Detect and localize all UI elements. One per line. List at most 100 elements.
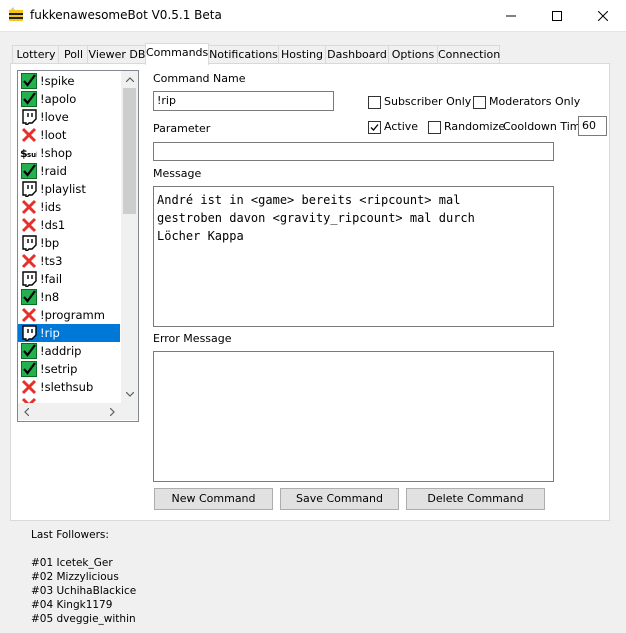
cross-icon [20, 127, 37, 144]
commands-panel: !spike!apolo!love!loot$sub!shop!raid!pla… [10, 63, 610, 521]
moderators-only-label: Moderators Only [489, 95, 581, 108]
command-list-item-label: !slethsub [40, 380, 94, 394]
check-icon [20, 289, 37, 306]
active-checkbox[interactable] [368, 121, 381, 134]
command-list-item-label: !ids [40, 200, 62, 214]
command-list-item[interactable]: !programm [18, 306, 120, 324]
close-button[interactable] [580, 0, 626, 31]
maximize-button[interactable] [534, 0, 580, 31]
command-list-item[interactable]: !n8 [18, 288, 120, 306]
command-list-item-label: !ds1 [40, 218, 66, 232]
cross-icon [20, 199, 37, 216]
message-label: Message [153, 167, 202, 180]
cross-icon [20, 253, 37, 270]
svg-text:sub: sub [27, 151, 37, 159]
command-list-item-label: !n8 [40, 290, 60, 304]
command-list-item-label: !apolo [40, 92, 77, 106]
randomize-checkbox[interactable] [428, 121, 441, 134]
command-list-item-label: !bp [40, 236, 60, 250]
horizontal-scrollbar[interactable] [18, 403, 121, 420]
command-list-item-label: !loot [40, 128, 67, 142]
check-icon [20, 91, 37, 108]
command-list-item-label: !setrip [40, 362, 78, 376]
moderators-only-checkbox[interactable] [473, 96, 486, 109]
command-list-item[interactable]: !addrip [18, 342, 120, 360]
bee-app-icon [8, 7, 24, 23]
command-list-item-label: !spike [40, 74, 75, 88]
command-name-label: Command Name [153, 72, 246, 85]
scroll-up-arrow[interactable] [121, 71, 138, 88]
tab-hosting[interactable]: Hosting [278, 45, 326, 64]
scroll-corner [121, 403, 138, 420]
command-list-item[interactable]: !fail [18, 270, 120, 288]
follower-item: #03 UchihaBlackice [31, 585, 137, 597]
command-list-item[interactable]: !raid [18, 162, 120, 180]
save-command-button[interactable]: Save Command [280, 488, 399, 510]
new-command-button[interactable]: New Command [154, 488, 273, 510]
twitch-icon [20, 235, 37, 252]
tab-commands[interactable]: Commands [145, 43, 209, 65]
follower-item: #01 Icetek_Ger [31, 557, 113, 569]
cross-icon [20, 307, 37, 324]
tab-viewer-db[interactable]: Viewer DB [87, 45, 147, 64]
minimize-button[interactable] [488, 0, 534, 31]
command-list-item[interactable]: !slethsub [18, 378, 120, 396]
twitch-icon [20, 271, 37, 288]
twitch-icon [20, 325, 37, 342]
command-list-item-label: !rip [40, 326, 60, 340]
command-list-item-label: !ts3 [40, 254, 63, 268]
command-list-item[interactable]: !apolo [18, 90, 120, 108]
parameter-input[interactable] [153, 142, 554, 161]
error-message-textarea[interactable] [153, 351, 554, 482]
message-textarea[interactable]: André ist in <game> bereits <ripcount> m… [153, 186, 554, 327]
cooldown-input[interactable]: 60 [578, 116, 607, 136]
command-list-item[interactable]: !ts3 [18, 252, 120, 270]
checkmark-icon [370, 124, 379, 131]
twitch-icon [20, 181, 37, 198]
follower-item: #04 Kingk1179 [31, 599, 113, 611]
check-icon [20, 343, 37, 360]
error-message-label: Error Message [153, 332, 232, 345]
command-list-item-label: !fail [40, 272, 63, 286]
cross-icon [20, 217, 37, 234]
command-list-item-label: !addrip [40, 344, 82, 358]
command-list-item[interactable]: !ids [18, 198, 120, 216]
follower-item: #05 dveggie_within [31, 613, 136, 625]
scroll-right-arrow[interactable] [104, 403, 121, 420]
delete-command-button[interactable]: Delete Command [406, 488, 545, 510]
tab-options[interactable]: Options [388, 45, 438, 64]
tab-lottery[interactable]: Lottery [12, 45, 60, 64]
command-list-item[interactable]: !bp [18, 234, 120, 252]
cooldown-label: Cooldown Time [503, 120, 588, 133]
scroll-down-arrow[interactable] [121, 386, 138, 403]
twitch-icon [20, 109, 37, 126]
tab-notifications[interactable]: Notifications [208, 45, 279, 64]
command-list-item[interactable]: $sub!shop [18, 144, 120, 162]
check-icon [20, 73, 37, 90]
subscriber-only-checkbox[interactable] [368, 96, 381, 109]
command-list[interactable]: !spike!apolo!love!loot$sub!shop!raid!pla… [17, 70, 139, 422]
command-list-item[interactable]: !ds1 [18, 216, 120, 234]
command-list-item-label: !love [40, 110, 69, 124]
tab-poll[interactable]: Poll [58, 45, 89, 64]
command-name-input[interactable]: !rip [153, 91, 334, 111]
command-list-item-label: !shop [40, 146, 73, 160]
check-icon [20, 163, 37, 180]
command-list-item[interactable]: !rip [18, 324, 120, 342]
sub-icon: $sub [20, 145, 37, 162]
tab-dashboard[interactable]: Dashboard [325, 45, 389, 64]
scroll-thumb[interactable] [123, 88, 136, 214]
cross-icon [20, 379, 37, 396]
randomize-label: Randomize [444, 120, 506, 133]
command-list-item[interactable]: !setrip [18, 360, 120, 378]
vertical-scrollbar[interactable] [121, 71, 138, 403]
follower-item: #02 Mizzylicious [31, 571, 119, 583]
command-list-item[interactable]: !spike [18, 72, 120, 90]
tab-connection[interactable]: Connection [437, 45, 500, 64]
command-list-item[interactable]: !playlist [18, 180, 120, 198]
command-list-item-label: !playlist [40, 182, 86, 196]
scroll-left-arrow[interactable] [18, 403, 35, 420]
command-list-item[interactable]: !love [18, 108, 120, 126]
title-bar: fukkenawesomeBot V0.5.1 Beta [0, 0, 626, 32]
command-list-item[interactable]: !loot [18, 126, 120, 144]
